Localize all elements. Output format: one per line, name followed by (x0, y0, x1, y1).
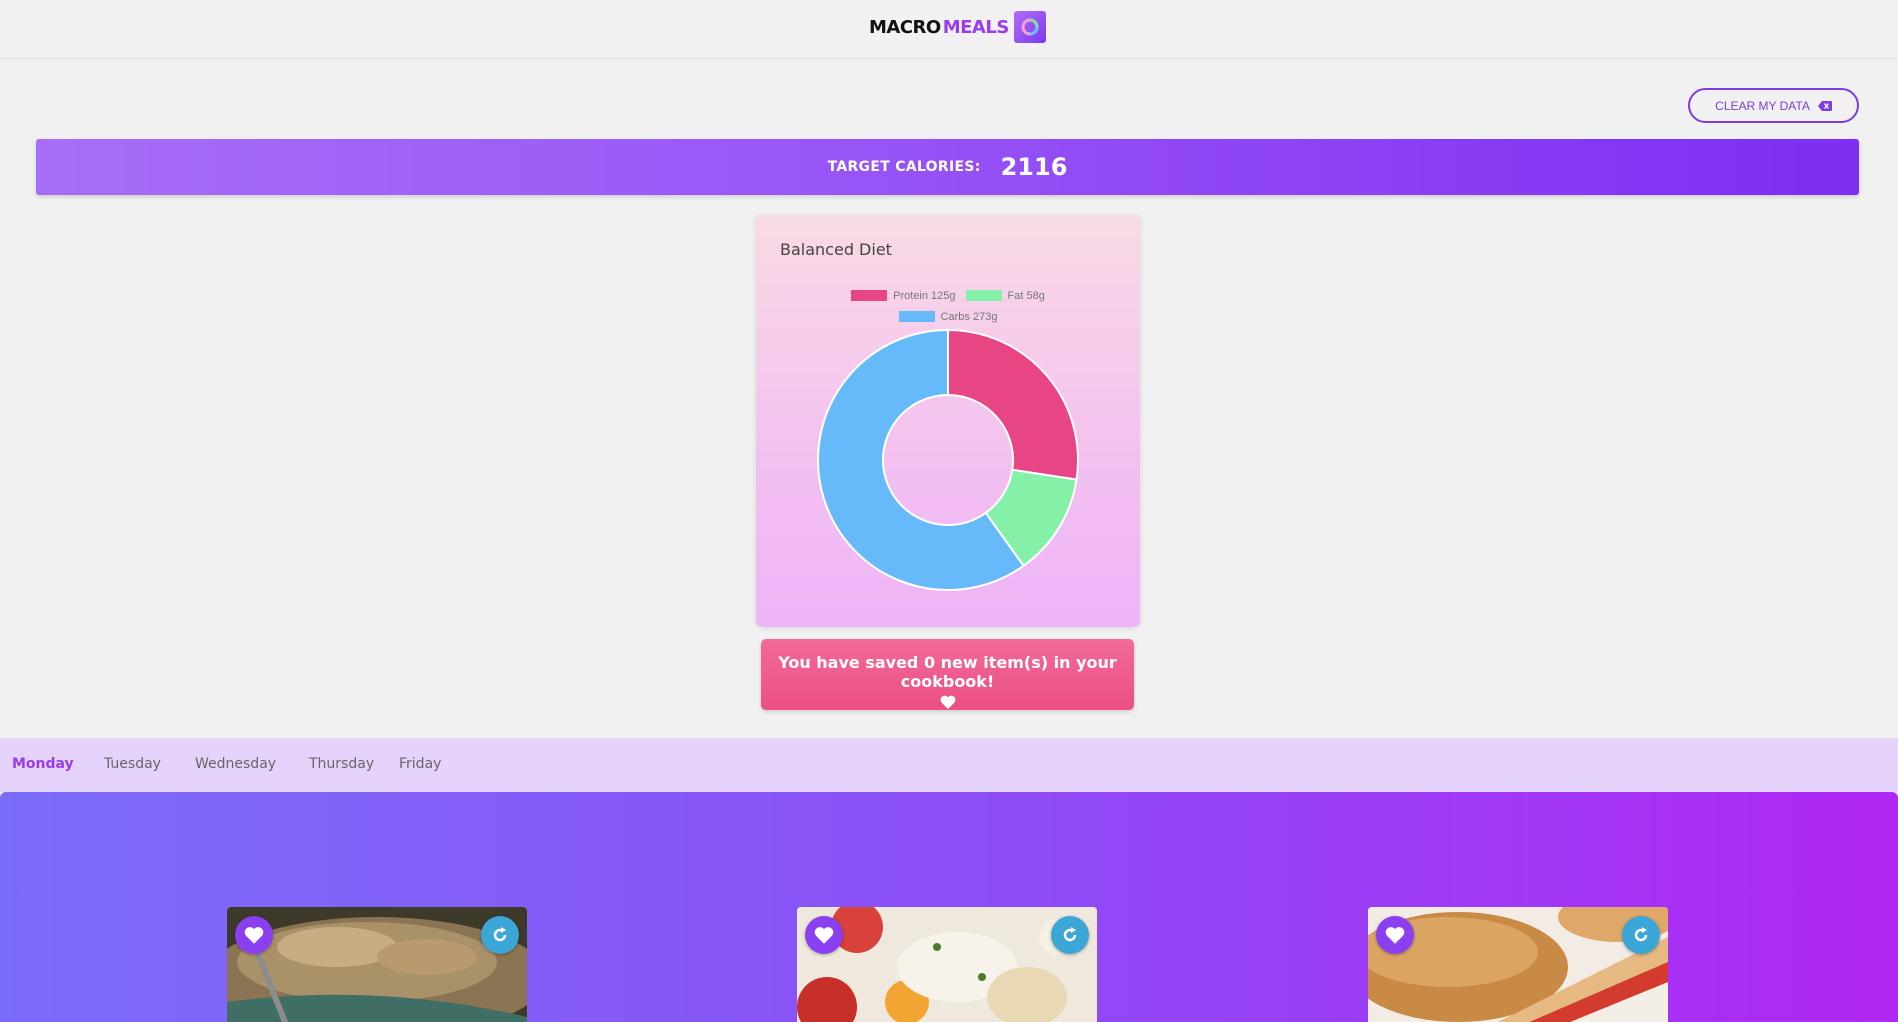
favorite-button[interactable] (1376, 916, 1414, 954)
refresh-meal-button[interactable] (481, 916, 519, 954)
saved-items-text: You have saved 0 new item(s) in your coo… (778, 653, 1117, 691)
legend-item[interactable]: Carbs 273g (898, 310, 998, 323)
legend-item[interactable]: Fat 58g (965, 289, 1045, 302)
macro-ring-icon (1013, 11, 1046, 43)
brand-macro-text: MACRO (869, 16, 941, 38)
rice-bowl-image (227, 907, 527, 1022)
tab-tuesday[interactable]: Tuesday (104, 756, 161, 772)
refresh-icon (493, 927, 507, 942)
macro-donut-chart (817, 328, 1079, 591)
top-header: MACRO MEALS (0, 0, 1898, 59)
legend-row: Protein 125g Fat 58g (756, 285, 1140, 306)
legend-row: Carbs 273g (756, 306, 1140, 327)
clear-data-button[interactable]: CLEAR MY DATA (1688, 88, 1859, 123)
brand-meals-text: MEALS (942, 16, 1010, 38)
chart-title: Balanced Diet (780, 240, 892, 259)
favorite-button[interactable] (805, 916, 843, 954)
legend-label: Fat 58g (1007, 289, 1045, 302)
meal-cards-area (0, 792, 1898, 1022)
sandwich-image (1368, 907, 1668, 1022)
heart-icon (1385, 927, 1405, 944)
meal-card[interactable] (1368, 907, 1668, 1022)
meal-card[interactable] (227, 907, 527, 1022)
pasta-salad-image (797, 907, 1097, 1022)
refresh-icon (1634, 927, 1648, 942)
clear-data-label: CLEAR MY DATA (1715, 98, 1810, 113)
legend-label: Protein 125g (893, 289, 956, 302)
legend-swatch (965, 290, 1002, 301)
legend-item[interactable]: Protein 125g (851, 289, 956, 302)
favorite-button[interactable] (235, 916, 273, 954)
heart-icon (761, 695, 1134, 709)
brand-logo[interactable]: MACRO MEALS (869, 11, 1046, 43)
target-calories-value: 2116 (1000, 153, 1068, 181)
tab-thursday[interactable]: Thursday (309, 756, 374, 772)
donut-slice-protein[interactable] (947, 328, 1079, 481)
tab-monday[interactable]: Monday (12, 756, 74, 772)
saved-items-banner: You have saved 0 new item(s) in your coo… (761, 639, 1134, 710)
chart-legend: Protein 125g Fat 58g Carbs 273g (756, 285, 1140, 327)
target-calories-bar: TARGET CALORIES: 2116 (36, 139, 1859, 195)
backspace-icon (1817, 100, 1832, 111)
refresh-icon (1063, 927, 1077, 942)
target-calories-label: TARGET CALORIES: (827, 159, 981, 175)
legend-swatch (898, 311, 935, 322)
refresh-meal-button[interactable] (1051, 916, 1089, 954)
tab-wednesday[interactable]: Wednesday (195, 756, 276, 772)
meal-card[interactable] (797, 907, 1097, 1022)
legend-swatch (851, 290, 888, 301)
tab-friday[interactable]: Friday (399, 756, 441, 772)
day-tabs: Monday Tuesday Wednesday Thursday Friday (0, 738, 1898, 792)
legend-label: Carbs 273g (940, 310, 998, 323)
macro-chart-card: Balanced Diet Protein 125g Fat 58g Carbs … (756, 215, 1140, 627)
refresh-meal-button[interactable] (1622, 916, 1660, 954)
heart-icon (244, 927, 264, 944)
heart-icon (814, 927, 834, 944)
